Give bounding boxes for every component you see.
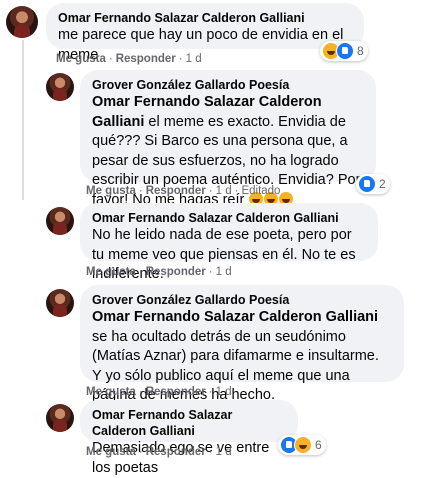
comment-author[interactable]: Omar Fernando Salazar Calderon Galliani	[58, 10, 352, 26]
like-button[interactable]: Me gusta	[86, 386, 136, 398]
comment-text: Demasiado ego se ve entre los poetas	[92, 440, 270, 476]
avatar[interactable]	[6, 6, 38, 38]
thread-line	[22, 40, 24, 200]
avatar[interactable]	[46, 404, 74, 432]
avatar[interactable]	[46, 73, 74, 101]
comment-author[interactable]: Omar Fernando Salazar Calderon Galliani	[92, 210, 366, 226]
comment-actions: Me gusta · Responder · 1 d	[86, 386, 232, 398]
reaction-summary[interactable]: 8	[320, 41, 368, 61]
reply-button[interactable]: Responder	[146, 446, 206, 458]
avatar[interactable]	[46, 207, 74, 235]
like-button[interactable]: Me gusta	[86, 266, 136, 278]
comment-bubble: Omar Fernando Salazar Calderon Galliani …	[80, 400, 298, 476]
like-button[interactable]: Me gusta	[86, 446, 136, 458]
reaction-count: 8	[357, 44, 364, 58]
timestamp[interactable]: 1 d	[216, 185, 232, 197]
like-button[interactable]: Me gusta	[56, 53, 106, 65]
mention-link[interactable]: Omar Fernando Salazar Calderon Galliani	[92, 309, 378, 325]
comment-author[interactable]: Omar Fernando Salazar Calderon Galliani	[92, 407, 286, 439]
like-button[interactable]: Me gusta	[86, 185, 136, 197]
timestamp[interactable]: 1 d	[216, 266, 232, 278]
timestamp[interactable]: 1 d	[216, 446, 232, 458]
reaction-summary[interactable]: 2	[356, 174, 390, 194]
timestamp[interactable]: 1 d	[186, 53, 202, 65]
comment-bubble: Grover González Gallardo Poesía Omar Fer…	[80, 285, 404, 403]
reaction-count: 6	[315, 438, 322, 452]
comment-author[interactable]: Grover González Gallardo Poesía	[92, 292, 392, 308]
reaction-summary[interactable]: 6	[278, 435, 326, 455]
reply-button[interactable]: Responder	[146, 185, 206, 197]
comment-author[interactable]: Grover González Gallardo Poesía	[92, 77, 364, 93]
reply-button[interactable]: Responder	[146, 266, 206, 278]
comment-actions: Me gusta · Responder · 1 d	[86, 266, 232, 278]
comment-bubble: Omar Fernando Salazar Calderon Galliani …	[46, 3, 364, 63]
comment-bubble: Omar Fernando Salazar Calderon Galliani …	[80, 203, 378, 282]
haha-icon	[294, 436, 312, 454]
avatar[interactable]	[46, 289, 74, 317]
timestamp[interactable]: 1 d	[216, 386, 232, 398]
reply-button[interactable]: Responder	[146, 386, 206, 398]
comment-actions: Me gusta · Responder · 1 d · Editado	[86, 185, 281, 197]
comment-actions: Me gusta · Responder · 1 d	[86, 446, 232, 458]
reply-button[interactable]: Responder	[116, 53, 176, 65]
like-icon	[358, 175, 376, 193]
reaction-count: 2	[379, 177, 386, 191]
comment-actions: Me gusta · Responder · 1 d	[56, 53, 202, 65]
comment-bubble: Grover González Gallardo Poesía Omar Fer…	[80, 70, 376, 208]
edited-label: Editado	[241, 185, 281, 197]
like-icon	[336, 42, 354, 60]
